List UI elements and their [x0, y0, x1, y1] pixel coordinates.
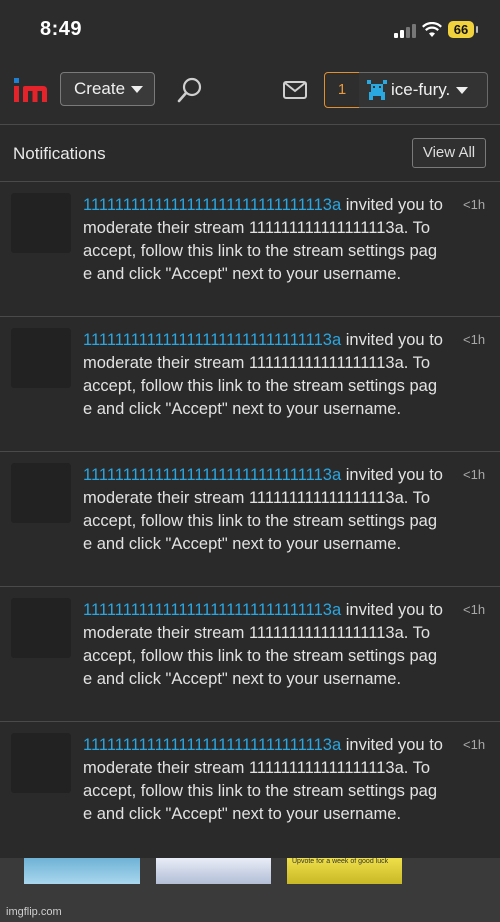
imgflip-watermark: imgflip.com	[6, 906, 62, 918]
meme-thumbnail-caption: Upvote for a week of good luck	[292, 858, 389, 865]
notification-thumbnail[interactable]	[11, 463, 71, 523]
status-bar: 8:49 66	[0, 0, 500, 58]
battery-tip	[476, 26, 478, 33]
user-avatar-icon	[367, 80, 387, 100]
notification-time: <1h	[463, 332, 486, 347]
notification-text: 1111111111111111111111111111113a invited…	[83, 464, 443, 556]
meme-thumbnail[interactable]	[156, 858, 271, 884]
notifications-panel: Notifications View All 11111111111111111…	[0, 124, 500, 860]
notification-text: 1111111111111111111111111111113a invited…	[83, 734, 443, 826]
notification-username-link[interactable]: 1111111111111111111111111111113a	[83, 601, 341, 619]
notifications-title: Notifications	[13, 144, 106, 163]
top-nav: Create 1 ice-fury.	[0, 58, 500, 122]
notification-item[interactable]: 1111111111111111111111111111113a invited…	[0, 587, 500, 722]
view-all-button[interactable]: View All	[412, 138, 486, 168]
create-button-label: Create	[74, 79, 126, 98]
notification-thumbnail[interactable]	[11, 733, 71, 793]
notification-thumbnail[interactable]	[11, 598, 71, 658]
notification-text: 1111111111111111111111111111113a invited…	[83, 329, 443, 421]
notification-username-link[interactable]: 1111111111111111111111111111113a	[83, 331, 341, 349]
notification-text: 1111111111111111111111111111113a invited…	[83, 194, 443, 286]
username-label: ice-fury.	[391, 80, 451, 99]
notification-username-link[interactable]: 1111111111111111111111111111113a	[83, 736, 341, 754]
notification-text: 1111111111111111111111111111113a invited…	[83, 599, 443, 691]
notification-item[interactable]: 1111111111111111111111111111113a invited…	[0, 722, 500, 857]
user-menu-button[interactable]: ice-fury.	[359, 72, 488, 108]
search-icon[interactable]	[176, 76, 204, 104]
notification-time: <1h	[463, 197, 486, 212]
notification-count-button[interactable]: 1	[324, 72, 360, 108]
meme-thumbnail-strip: Upvote for a week of good luck	[0, 858, 500, 922]
mail-icon[interactable]	[283, 81, 307, 99]
notification-thumbnail[interactable]	[11, 193, 71, 253]
chevron-down-icon	[456, 86, 469, 94]
notification-time: <1h	[463, 467, 486, 482]
create-button[interactable]: Create	[60, 72, 155, 106]
chevron-down-icon	[131, 85, 144, 93]
status-time: 8:49	[40, 18, 83, 40]
signal-icon	[394, 24, 416, 38]
notification-username-link[interactable]: 1111111111111111111111111111113a	[83, 466, 341, 484]
meme-thumbnail[interactable]	[24, 858, 140, 884]
notification-time: <1h	[463, 602, 486, 617]
notification-item[interactable]: 1111111111111111111111111111113a invited…	[0, 182, 500, 317]
notification-item[interactable]: 1111111111111111111111111111113a invited…	[0, 317, 500, 452]
wifi-icon	[422, 22, 442, 37]
notification-thumbnail[interactable]	[11, 328, 71, 388]
battery-indicator: 66	[448, 21, 474, 38]
notification-username-link[interactable]: 1111111111111111111111111111113a	[83, 196, 341, 214]
imgflip-logo[interactable]	[12, 76, 50, 104]
notifications-header: Notifications View All	[0, 125, 500, 182]
notification-item[interactable]: 1111111111111111111111111111113a invited…	[0, 452, 500, 587]
notification-time: <1h	[463, 737, 486, 752]
